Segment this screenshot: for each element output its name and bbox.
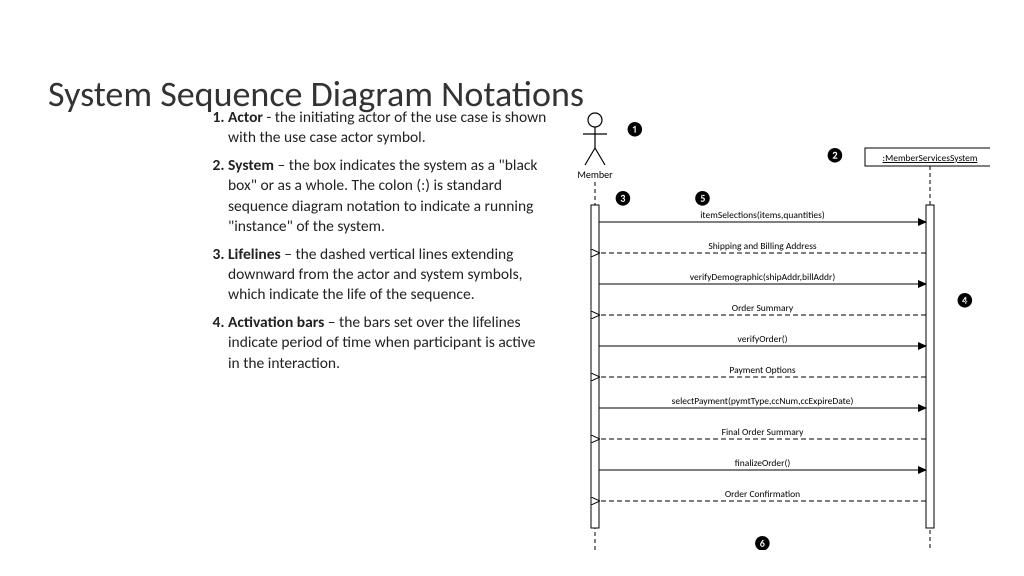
definition-term: System xyxy=(228,156,274,175)
callout-4: ❹ xyxy=(955,292,975,310)
message-label: selectPayment(pymtType,ccNum,ccExpireDat… xyxy=(672,395,854,407)
definition-item: Actor - the initiating actor of the use … xyxy=(228,108,550,148)
definition-item: Activation bars – the bars set over the … xyxy=(228,313,550,373)
message-label: Shipping and Billing Address xyxy=(708,240,817,252)
message-label: itemSelections(items,quantities) xyxy=(700,209,825,221)
actor-activation-bar xyxy=(591,205,599,528)
message-label: Payment Options xyxy=(729,364,795,376)
callout-5: ❺ xyxy=(693,190,713,208)
definition-item: Lifelines – the dashed vertical lines ex… xyxy=(228,245,550,305)
callout-6: ❻ xyxy=(753,535,773,550)
callout-2: ❷ xyxy=(825,147,845,165)
message-label: verifyOrder() xyxy=(738,333,788,345)
definition-term: Activation bars xyxy=(228,313,324,332)
definition-term: Actor xyxy=(228,108,263,127)
callout-1: ❶ xyxy=(625,121,645,139)
callout-3: ❸ xyxy=(613,190,633,208)
sequence-diagram: Member :MemberServicesSystem itemSelection… xyxy=(560,110,990,550)
system-label: :MemberServicesSystem xyxy=(883,152,978,164)
system-activation-bar xyxy=(926,205,934,528)
message-label: Final Order Summary xyxy=(722,426,805,438)
definition-list: Actor - the initiating actor of the use … xyxy=(200,108,550,382)
definition-item: System – the box indicates the system as… xyxy=(228,156,550,237)
actor-head-icon xyxy=(588,113,602,127)
definition-term: Lifelines xyxy=(228,245,281,264)
actor-label: Member xyxy=(577,168,613,181)
message-label: verifyDemographic(shipAddr,billAddr) xyxy=(690,271,836,283)
message-label: Order Summary xyxy=(732,302,794,314)
message-label: finalizeOrder() xyxy=(735,457,791,469)
message-label: Order Confirmation xyxy=(725,488,800,500)
